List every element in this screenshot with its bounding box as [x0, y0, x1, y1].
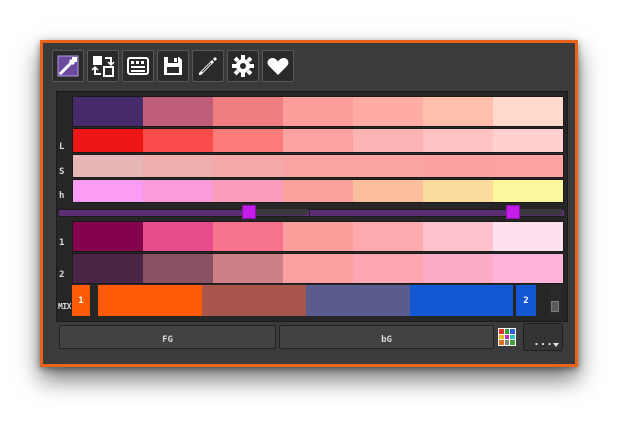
color-swatch[interactable]	[283, 254, 353, 283]
grid-icon-cell	[499, 340, 504, 345]
toolbar	[52, 50, 294, 82]
palette-icon	[127, 57, 149, 75]
color-swatch[interactable]	[353, 155, 423, 177]
more-options-button[interactable]: ...	[523, 323, 563, 351]
save-button[interactable]	[157, 50, 189, 82]
color2-shade-row	[72, 253, 564, 284]
bg-button[interactable]: bG	[279, 325, 494, 349]
favorites-button[interactable]	[262, 50, 294, 82]
color-swatch[interactable]	[283, 129, 353, 152]
grid-icon-cell	[510, 340, 515, 345]
color-swatch[interactable]	[283, 97, 353, 126]
color-swatch[interactable]	[73, 129, 143, 152]
swap-button[interactable]	[87, 50, 119, 82]
row-label-h: h	[59, 191, 65, 201]
dropdown-caret-icon	[553, 343, 559, 347]
base-color-row	[72, 96, 564, 127]
mix-slot-2[interactable]: 2	[516, 285, 536, 316]
mix-slider-right-handle[interactable]	[506, 205, 521, 219]
slider-tail	[256, 209, 307, 215]
color-swatch[interactable]	[213, 155, 283, 177]
mix-label: MIX	[58, 302, 71, 311]
mix-segment[interactable]	[202, 285, 306, 316]
color-swatch[interactable]	[73, 180, 143, 202]
row-label-l: L	[59, 142, 65, 152]
color-swatch[interactable]	[213, 129, 283, 152]
saturation-row	[72, 154, 564, 178]
mix-row: 1 2	[72, 285, 564, 316]
swap-icon	[91, 56, 115, 77]
color-swatch[interactable]	[493, 129, 563, 152]
row-label-1: 1	[59, 238, 65, 248]
grid-icon-cell	[510, 334, 515, 340]
mix-scrollbar[interactable]	[549, 285, 561, 316]
color-palette-window: L S h 1 2 MIX 1 2 FG bG ...	[40, 40, 578, 367]
color-swatch[interactable]	[353, 129, 423, 152]
grid-icon-cell	[499, 334, 504, 340]
color-swatch[interactable]	[493, 254, 563, 283]
edit-button[interactable]	[192, 50, 224, 82]
color-swatch[interactable]	[73, 222, 143, 251]
color-swatch[interactable]	[283, 222, 353, 251]
hue-row	[72, 179, 564, 203]
mix-slider-left-handle[interactable]	[242, 205, 256, 219]
eyedropper-button[interactable]	[52, 50, 84, 82]
color-swatch[interactable]	[73, 254, 143, 283]
color-swatch[interactable]	[493, 155, 563, 177]
color-swatch[interactable]	[213, 180, 283, 202]
color-swatch[interactable]	[283, 155, 353, 177]
color-swatch[interactable]	[213, 97, 283, 126]
color-swatch[interactable]	[213, 254, 283, 283]
color-swatch[interactable]	[423, 222, 493, 251]
color-swatch[interactable]	[143, 222, 213, 251]
color-swatch[interactable]	[423, 180, 493, 202]
color-swatch[interactable]	[283, 180, 353, 202]
fg-button[interactable]: FG	[59, 325, 276, 349]
color-swatch[interactable]	[353, 97, 423, 126]
color-swatch[interactable]	[353, 222, 423, 251]
gear-icon	[232, 55, 254, 77]
settings-button[interactable]	[227, 50, 259, 82]
palette-panel: L S h 1 2 MIX 1 2	[56, 91, 568, 322]
row-label-2: 2	[59, 270, 65, 280]
mix-segment[interactable]	[410, 285, 513, 316]
slider-tail	[520, 209, 562, 215]
color-swatch[interactable]	[493, 180, 563, 202]
color-swatch[interactable]	[423, 129, 493, 152]
save-icon	[164, 57, 182, 75]
lightness-row	[72, 128, 564, 153]
eyedropper-icon	[57, 55, 79, 77]
mix-slot-1[interactable]: 1	[72, 285, 90, 316]
row-label-s: S	[59, 167, 65, 177]
mix-scrollbar-thumb[interactable]	[551, 301, 559, 312]
color-swatch[interactable]	[423, 97, 493, 126]
palette-button[interactable]	[122, 50, 154, 82]
color-swatch[interactable]	[353, 254, 423, 283]
more-label: ...	[533, 335, 553, 348]
grid-icon-cell	[510, 329, 515, 334]
pencil-icon	[199, 57, 217, 75]
color1-shade-row	[72, 221, 564, 252]
color-swatch[interactable]	[143, 155, 213, 177]
mix-segment[interactable]	[306, 285, 410, 316]
color-swatch[interactable]	[143, 180, 213, 202]
color-swatch[interactable]	[73, 155, 143, 177]
color-swatch[interactable]	[423, 155, 493, 177]
color-swatch[interactable]	[213, 222, 283, 251]
color-swatch[interactable]	[353, 180, 423, 202]
color-swatch[interactable]	[73, 97, 143, 126]
color-swatch[interactable]	[493, 222, 563, 251]
grid-icon-cell	[504, 329, 510, 334]
color-swatch[interactable]	[143, 129, 213, 152]
mix-segment[interactable]	[98, 285, 202, 316]
grid-icon-cell	[499, 329, 504, 334]
heart-icon	[267, 58, 289, 75]
color-swatch[interactable]	[493, 97, 563, 126]
grid-icon-cell	[504, 340, 510, 345]
grid-icon-cell	[504, 334, 510, 340]
palette-grid-icon[interactable]	[498, 328, 516, 346]
color-swatch[interactable]	[143, 97, 213, 126]
color-swatch[interactable]	[143, 254, 213, 283]
color-swatch[interactable]	[423, 254, 493, 283]
